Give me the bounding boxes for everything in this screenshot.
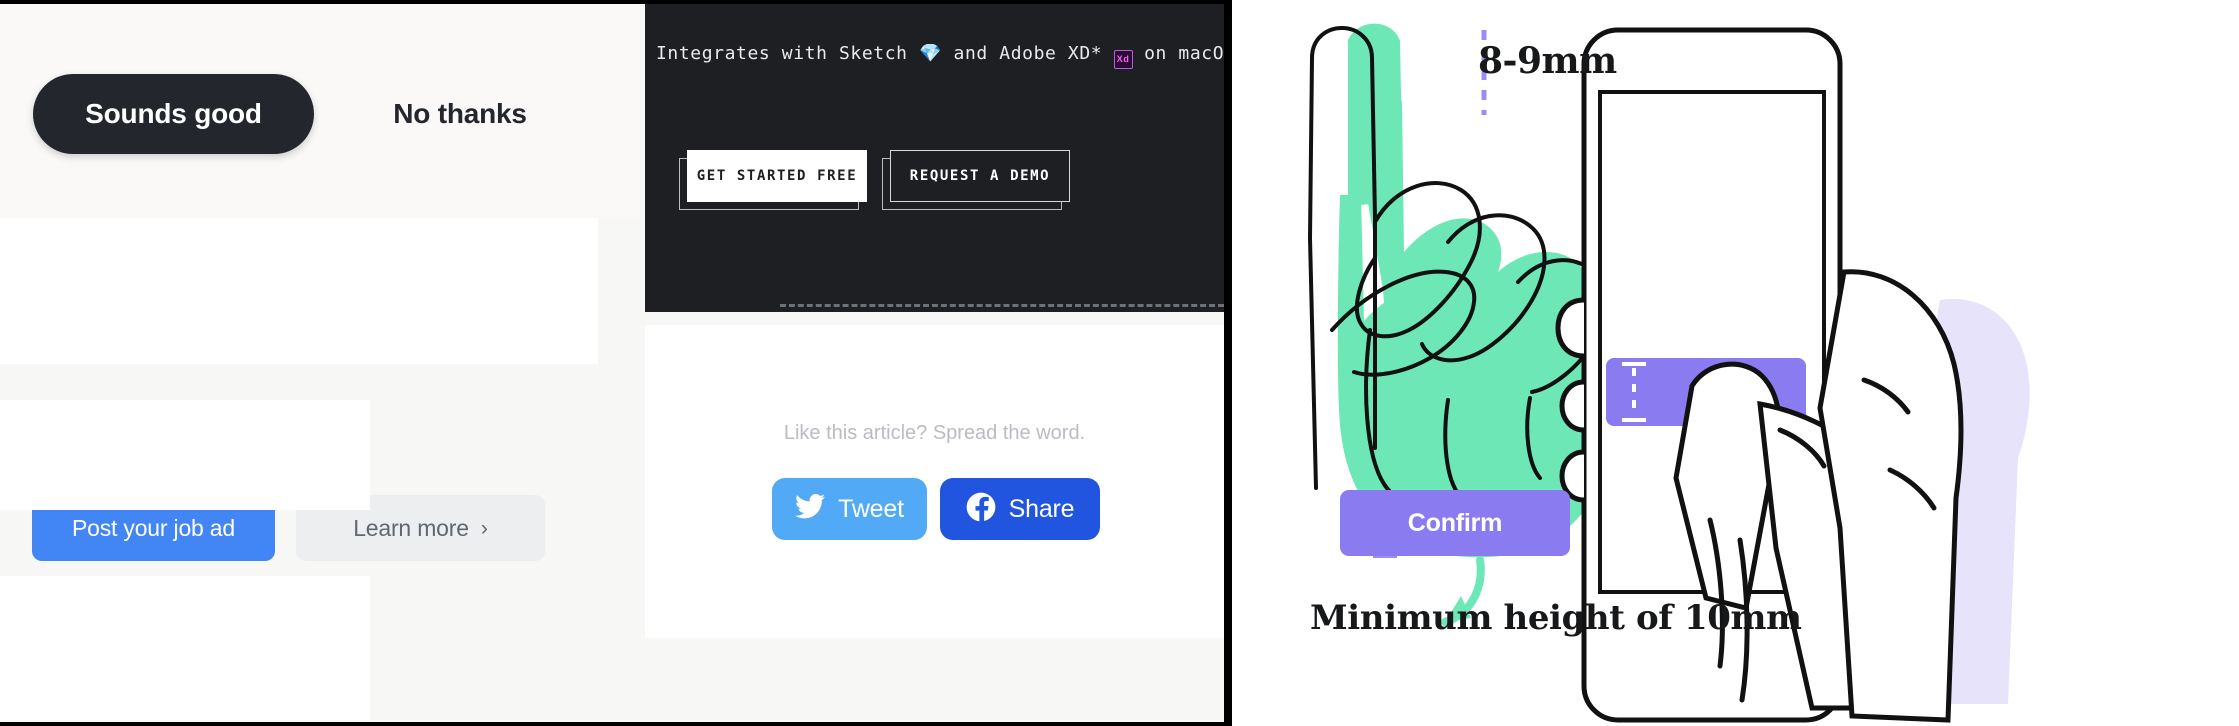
adobe-xd-icon: Xd xyxy=(1113,50,1133,69)
request-a-demo-face: REQUEST A DEMO xyxy=(890,150,1070,202)
sounds-good-label: Sounds good xyxy=(85,98,262,129)
request-a-demo-button[interactable]: REQUEST A DEMO xyxy=(882,150,1070,210)
phone-volume-button-down xyxy=(1559,379,1585,433)
post-job-ad-label: Post your job ad xyxy=(71,514,235,541)
twitter-bird-icon xyxy=(795,493,826,524)
facebook-share-button[interactable]: Share xyxy=(940,478,1100,540)
integrations-dark-panel: Integrates with Sketch 💎 and Adobe XD* X… xyxy=(645,4,1224,312)
signup-card: Sign up for free → xyxy=(0,400,370,510)
minimum-height-caption: Minimum height of 10mm xyxy=(1310,598,1802,638)
facebook-f-icon xyxy=(966,492,996,527)
cta-collage-panel: Sounds good No thanks Post your job ad L… xyxy=(0,0,1232,726)
share-label: Share xyxy=(1008,494,1075,523)
get-started-free-button[interactable]: GET STARTED FREE xyxy=(679,150,867,210)
free-trial-card: Start my free trial c xyxy=(0,576,370,720)
chevron-right-icon: › xyxy=(480,516,488,540)
get-started-free-label: GET STARTED FREE xyxy=(696,168,858,184)
integrations-middle-text: and Adobe XD* xyxy=(953,43,1103,64)
share-card xyxy=(645,325,1224,638)
job-ad-card: Post your job ad Learn more › xyxy=(0,218,598,561)
sketch-diamond-icon: 💎 xyxy=(919,43,943,64)
confirm-target-button[interactable]: Confirm xyxy=(1340,490,1570,556)
tweet-label: Tweet xyxy=(838,494,904,523)
tweet-button[interactable]: Tweet xyxy=(772,478,927,540)
integrations-tagline: Integrates with Sketch 💎 and Adobe XD* X… xyxy=(656,42,1224,69)
phone-volume-button-up xyxy=(1555,297,1585,359)
fingertip-measure-label: 8-9mm xyxy=(1478,40,1617,82)
dashed-divider xyxy=(780,304,1224,307)
screenshot-root: Sounds good No thanks Post your job ad L… xyxy=(0,0,2239,726)
consent-banner: Sounds good No thanks xyxy=(0,4,640,217)
get-started-free-face: GET STARTED FREE xyxy=(687,150,867,202)
no-thanks-button[interactable]: No thanks xyxy=(350,74,570,154)
confirm-target-label: Confirm xyxy=(1407,508,1503,537)
integrations-prefix-text: Integrates with Sketch xyxy=(656,43,908,64)
share-prompt-text: Like this article? Spread the word. xyxy=(783,422,1086,444)
learn-more-label: Learn more xyxy=(353,514,469,541)
request-a-demo-label: REQUEST A DEMO xyxy=(909,168,1051,184)
no-thanks-label: No thanks xyxy=(393,98,527,129)
integrations-suffix-text: on macOS xyxy=(1144,43,1224,64)
sounds-good-button[interactable]: Sounds good xyxy=(33,74,314,154)
